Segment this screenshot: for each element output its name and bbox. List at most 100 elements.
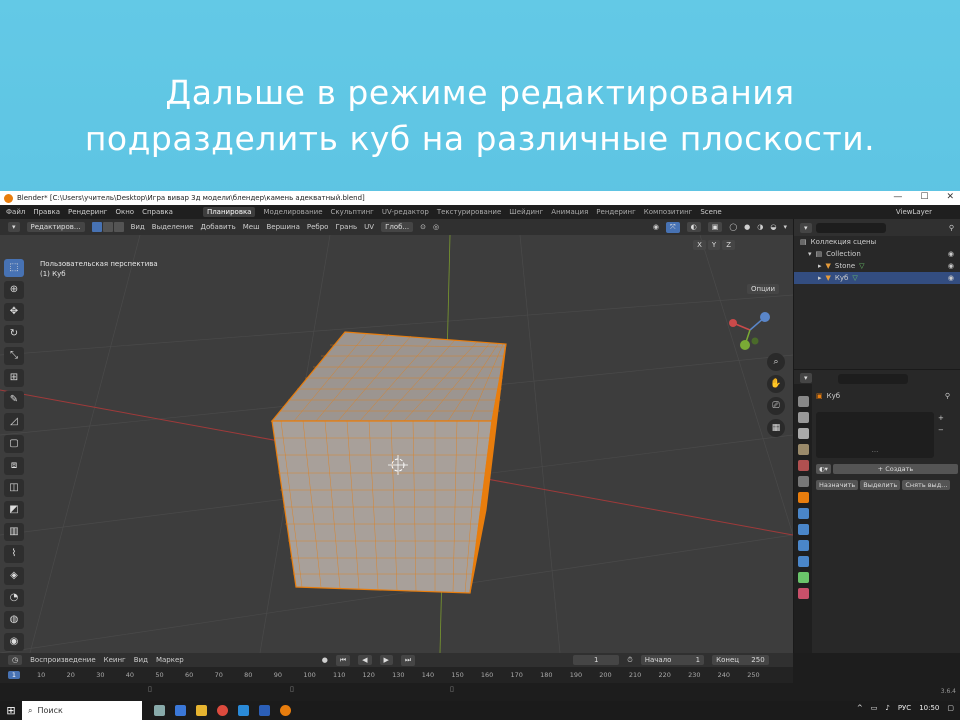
menu-vertex[interactable]: Вершина: [266, 223, 299, 231]
blender-taskbar-icon[interactable]: [280, 705, 291, 716]
frame-start-field[interactable]: Начало 1: [640, 655, 705, 665]
cursor-tool[interactable]: ⊕: [4, 281, 24, 299]
timeline-editor-button[interactable]: ◷: [8, 655, 23, 665]
transform-orientation-dropdown[interactable]: Глоб...: [381, 222, 414, 232]
clock[interactable]: 10:50: [919, 704, 939, 712]
camera-view-icon[interactable]: ⎚: [767, 397, 785, 415]
output-tab-icon[interactable]: [797, 428, 809, 439]
mode-dropdown[interactable]: Редактиров...: [26, 222, 85, 232]
outliner-editor-button[interactable]: ▾: [800, 222, 812, 233]
menu-render[interactable]: Рендеринг: [68, 208, 108, 216]
timeline-body[interactable]: ▯ ▯ ▯: [0, 683, 793, 701]
network-icon[interactable]: ▭: [871, 704, 878, 712]
scene-tab-icon[interactable]: [797, 460, 809, 471]
shading-material-icon[interactable]: ◑: [757, 223, 763, 231]
new-material-button[interactable]: + Создать: [832, 464, 958, 474]
properties-search-input[interactable]: [838, 374, 908, 384]
menu-window[interactable]: Окно: [115, 208, 134, 216]
visibility-eye-icon[interactable]: ◉: [948, 250, 954, 258]
jump-end-button[interactable]: ⏭: [400, 654, 416, 666]
rotate-tool[interactable]: ↻: [4, 325, 24, 343]
smooth-tool[interactable]: ◍: [4, 611, 24, 629]
extrude-tool[interactable]: ⧈: [4, 457, 24, 475]
render-tab-icon[interactable]: [797, 412, 809, 423]
menu-help[interactable]: Справка: [142, 208, 173, 216]
tool-tab-icon[interactable]: [797, 396, 809, 407]
modifier-tab-icon[interactable]: [797, 508, 809, 519]
menu-mesh[interactable]: Меш: [243, 223, 260, 231]
maximize-button[interactable]: ☐: [920, 192, 928, 202]
play-reverse-button[interactable]: ◀: [358, 655, 372, 665]
visibility-eye-icon[interactable]: ◉: [948, 262, 954, 270]
frame-marker-current[interactable]: 1: [8, 671, 20, 679]
object-tab-icon[interactable]: [797, 492, 809, 503]
close-button[interactable]: ✕: [946, 192, 954, 202]
jump-start-button[interactable]: ⏮: [335, 654, 351, 666]
current-frame-field[interactable]: 1: [573, 655, 620, 665]
shading-options-icon[interactable]: ▾: [783, 223, 787, 231]
polybuild-tool[interactable]: ◈: [4, 567, 24, 585]
record-button[interactable]: ●: [322, 656, 328, 664]
tray-arrow-icon[interactable]: ^: [857, 704, 863, 712]
deselect-button[interactable]: Снять выд...: [902, 480, 951, 490]
outliner-item-stone[interactable]: ▸ ▼ Stone ▽ ◉: [794, 260, 960, 272]
expand-arrow-icon[interactable]: ▸: [818, 274, 822, 282]
select-box-tool[interactable]: ⬚: [4, 259, 24, 277]
file-explorer-icon[interactable]: [196, 705, 207, 716]
scene-selector[interactable]: Scene: [700, 208, 721, 216]
menu-uv[interactable]: UV: [364, 223, 374, 231]
slot-resize-dots[interactable]: ...: [816, 412, 934, 454]
inset-tool[interactable]: ◫: [4, 479, 24, 497]
tab-sculpting[interactable]: Скульптинг: [331, 208, 374, 216]
particles-tab-icon[interactable]: [797, 524, 809, 535]
vertex-select-icon[interactable]: [91, 222, 102, 232]
menu-select[interactable]: Выделение: [152, 223, 194, 231]
shading-wireframe-icon[interactable]: ◯: [729, 223, 737, 231]
tab-animation[interactable]: Анимация: [551, 208, 588, 216]
menu-playback[interactable]: Воспроизведение: [30, 656, 96, 664]
word-icon[interactable]: [259, 705, 270, 716]
menu-timeline-view[interactable]: Вид: [134, 656, 148, 664]
outliner-item-cube[interactable]: ▸ ▼ Куб ▽ ◉: [794, 272, 960, 284]
pan-hand-icon[interactable]: ✋: [767, 375, 785, 393]
menu-face[interactable]: Грань: [335, 223, 357, 231]
taskbar-search[interactable]: ⌕ Поиск: [22, 701, 142, 720]
menu-view[interactable]: Вид: [131, 223, 145, 231]
stopwatch-icon[interactable]: ⏱: [627, 656, 632, 665]
options-dropdown[interactable]: Опции: [747, 284, 779, 294]
notifications-icon[interactable]: ▢: [947, 704, 954, 712]
menu-marker[interactable]: Маркер: [156, 656, 184, 664]
task-view-icon[interactable]: [154, 705, 165, 716]
material-tab-icon[interactable]: [797, 588, 809, 599]
chrome-icon[interactable]: [217, 705, 228, 716]
proportional-edit-icon[interactable]: ◎: [433, 223, 439, 231]
outliner-collection[interactable]: ▾ ▤ Collection ◉: [794, 248, 960, 260]
tab-shading[interactable]: Шейдинг: [509, 208, 543, 216]
knife-tool[interactable]: ⌇: [4, 545, 24, 563]
visibility-eye-icon[interactable]: ◉: [948, 274, 954, 282]
move-tool[interactable]: ✥: [4, 303, 24, 321]
shrink-fatten-tool[interactable]: ◉: [4, 633, 24, 651]
outliner-scene-collection[interactable]: ▤ Коллекция сцены: [794, 236, 960, 248]
remove-slot-button[interactable]: −: [938, 426, 944, 434]
data-tab-icon[interactable]: [797, 572, 809, 583]
expand-arrow-icon[interactable]: ▾: [808, 250, 812, 258]
overlay-toggle-icon[interactable]: ◐: [686, 222, 701, 232]
physics-tab-icon[interactable]: [797, 540, 809, 551]
mail-icon[interactable]: [238, 705, 249, 716]
shading-rendered-icon[interactable]: ◒: [770, 223, 776, 231]
gizmo-toggle-icon[interactable]: ⤧: [665, 221, 680, 233]
view-layer-tab-icon[interactable]: [797, 444, 809, 455]
snap-icon[interactable]: ⊙: [420, 223, 426, 231]
shading-solid-icon[interactable]: ●: [744, 223, 750, 231]
3d-viewport[interactable]: Пользовательская перспектива (1) Куб Опц…: [0, 235, 793, 653]
filter-icon[interactable]: ⚲: [949, 224, 954, 232]
mirror-z-button[interactable]: Z: [722, 240, 735, 250]
assign-button[interactable]: Назначить: [816, 480, 859, 490]
edge-select-icon[interactable]: [102, 222, 113, 232]
constraints-tab-icon[interactable]: [797, 556, 809, 567]
menu-edit[interactable]: Правка: [33, 208, 60, 216]
zoom-icon[interactable]: ⌕: [767, 353, 785, 371]
material-slot-list[interactable]: ...: [816, 412, 934, 458]
world-tab-icon[interactable]: [797, 476, 809, 487]
